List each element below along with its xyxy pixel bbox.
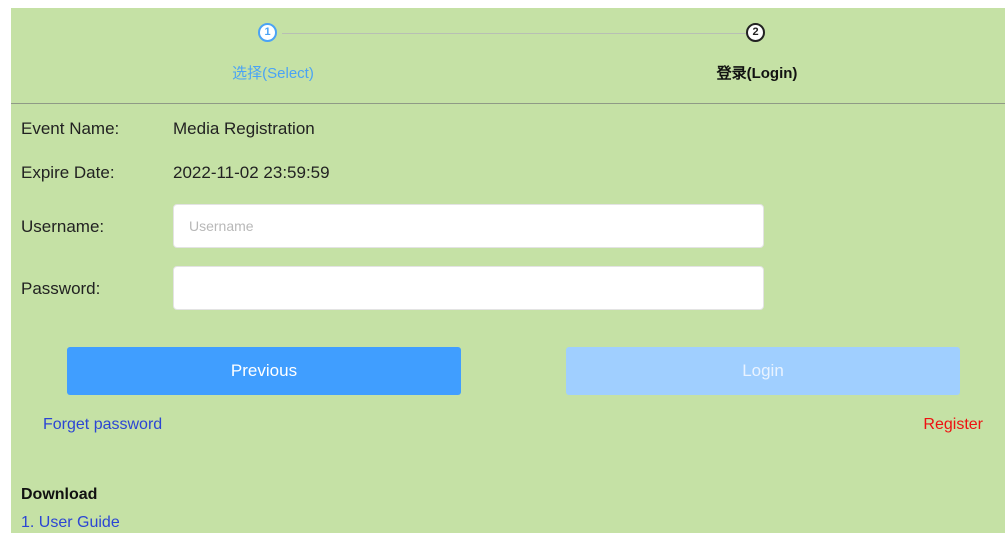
expire-date-label: Expire Date: xyxy=(21,163,115,182)
download-heading: Download xyxy=(21,486,98,503)
step-1-label: 选择(Select) xyxy=(232,65,314,82)
password-label: Password: xyxy=(21,279,101,298)
username-input[interactable] xyxy=(173,204,764,248)
previous-button[interactable]: Previous xyxy=(67,347,461,395)
step-2-label: 登录(Login) xyxy=(716,65,798,82)
event-name-value: Media Registration xyxy=(173,119,315,138)
login-button[interactable]: Login xyxy=(566,347,960,395)
step-1-circle: 1 xyxy=(258,23,277,42)
register-link[interactable]: Register xyxy=(923,416,983,434)
password-input[interactable] xyxy=(173,266,764,310)
step-indicator: 1 2 选择(Select) 登录(Login) xyxy=(11,8,1005,104)
expire-date-value: 2022-11-02 23:59:59 xyxy=(173,163,330,182)
username-label: Username: xyxy=(21,217,105,236)
step-connector-line xyxy=(282,33,748,34)
registration-panel: 1 2 选择(Select) 登录(Login) Event Name: Med… xyxy=(11,8,1005,533)
event-name-label: Event Name: xyxy=(21,119,120,138)
forget-password-link[interactable]: Forget password xyxy=(43,416,162,434)
step-2-circle: 2 xyxy=(746,23,765,42)
user-guide-link[interactable]: 1. User Guide xyxy=(21,514,120,532)
